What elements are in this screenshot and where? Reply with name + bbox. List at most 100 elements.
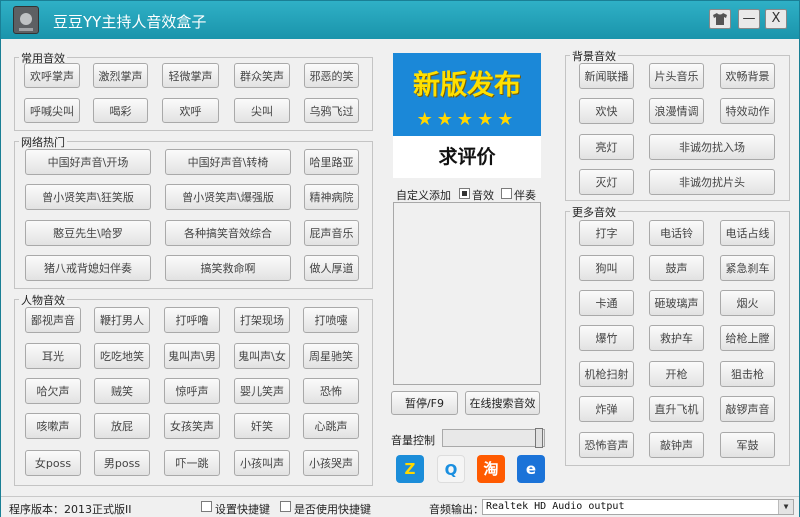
volume-label: 音量控制 <box>391 434 435 447</box>
effect-button[interactable]: 砸玻璃声 <box>649 290 704 316</box>
effect-button[interactable]: 电话铃 <box>649 220 704 246</box>
effect-button[interactable]: 哈欠声 <box>25 378 81 404</box>
effect-button[interactable]: 直升飞机 <box>649 396 704 422</box>
effect-button[interactable]: 欢呼掌声 <box>24 63 80 88</box>
minimize-button[interactable]: — <box>738 9 760 29</box>
qq-icon[interactable]: Q <box>437 455 465 483</box>
effect-button[interactable]: 小孩哭声 <box>303 450 359 476</box>
effect-button[interactable]: 欢快 <box>579 98 634 124</box>
effect-button[interactable]: 非诚勿扰片头 <box>649 169 775 195</box>
custom-sound-list[interactable] <box>393 202 541 385</box>
effect-button[interactable]: 炸弹 <box>579 396 634 422</box>
effect-button[interactable]: 灭灯 <box>579 169 634 195</box>
effect-button[interactable]: 吓一跳 <box>164 450 220 476</box>
ie-browser-icon[interactable]: e <box>517 455 545 483</box>
taobao-icon[interactable]: 淘 <box>477 455 505 483</box>
online-search-button[interactable]: 在线搜索音效 <box>465 391 540 415</box>
volume-slider[interactable] <box>442 429 545 447</box>
effect-button[interactable]: 欢畅背景 <box>720 63 775 89</box>
effect-button[interactable]: 敲钟声 <box>649 432 704 458</box>
title-bar[interactable]: 豆豆YY主持人音效盒子 — X <box>1 1 799 39</box>
effect-button[interactable]: 鼓声 <box>649 255 704 281</box>
effect-button[interactable]: 敲锣声音 <box>720 396 775 422</box>
effect-button[interactable]: 喝彩 <box>93 98 148 123</box>
use-hotkey-checkbox[interactable] <box>280 501 291 512</box>
effect-button[interactable]: 中国好声音\开场 <box>25 149 151 175</box>
effect-button[interactable]: 搞笑救命啊 <box>165 255 291 281</box>
effect-button[interactable]: 女poss <box>25 450 81 476</box>
effect-button[interactable]: 狙击枪 <box>720 361 775 387</box>
effect-button[interactable]: 吃吃地笑 <box>94 343 150 369</box>
effect-button[interactable]: 非诚勿扰入场 <box>649 134 775 160</box>
effect-button[interactable]: 打架现场 <box>234 307 290 333</box>
effect-button[interactable]: 恐怖 <box>303 378 359 404</box>
effect-button[interactable]: 男poss <box>94 450 150 476</box>
effect-button[interactable]: 曾小贤笑声\爆强版 <box>165 184 291 210</box>
accompaniment-radio[interactable] <box>501 188 512 199</box>
effect-button[interactable]: 尖叫 <box>234 98 290 123</box>
effect-button[interactable]: 贼笑 <box>94 378 150 404</box>
effect-button[interactable]: 轻微掌声 <box>162 63 219 88</box>
effect-button[interactable]: 鄙视声音 <box>25 307 81 333</box>
effect-button[interactable]: 狗叫 <box>579 255 634 281</box>
effect-button[interactable]: 群众笑声 <box>234 63 290 88</box>
effect-button[interactable]: 激烈掌声 <box>93 63 148 88</box>
effect-button[interactable]: 卡通 <box>579 290 634 316</box>
effect-button[interactable]: 奸笑 <box>234 413 290 439</box>
effect-button[interactable]: 女孩笑声 <box>164 413 220 439</box>
effect-button[interactable]: 新闻联播 <box>579 63 634 89</box>
pause-button[interactable]: 暂停/F9 <box>391 391 458 415</box>
effect-button[interactable]: 爆竹 <box>579 325 634 351</box>
effect-button[interactable]: 浪漫情调 <box>649 98 704 124</box>
effect-button[interactable]: 憨豆先生\哈罗 <box>25 220 151 246</box>
effect-button[interactable]: 精神病院 <box>304 184 359 210</box>
effect-button[interactable]: 开枪 <box>649 361 704 387</box>
effect-button[interactable]: 惊呼声 <box>164 378 220 404</box>
effect-button[interactable]: 屁声音乐 <box>304 220 359 246</box>
effect-button[interactable]: 婴儿笑声 <box>234 378 290 404</box>
effect-button[interactable]: 打字 <box>579 220 634 246</box>
effect-button[interactable]: 做人厚道 <box>304 255 359 281</box>
effect-button[interactable]: 特效动作 <box>720 98 775 124</box>
effect-button[interactable]: 打喷嚏 <box>303 307 359 333</box>
effect-button[interactable]: 欢呼 <box>162 98 219 123</box>
effect-button[interactable]: 鬼叫声\女 <box>234 343 290 369</box>
effect-button[interactable]: 呼喊尖叫 <box>24 98 80 123</box>
effect-button[interactable]: 邪恶的笑 <box>304 63 359 88</box>
effect-button[interactable]: 中国好声音\转椅 <box>165 149 291 175</box>
effect-button[interactable]: 曾小贤笑声\狂笑版 <box>25 184 151 210</box>
effect-button[interactable]: 亮灯 <box>579 134 634 160</box>
effect-button[interactable]: 各种搞笑音效综合 <box>165 220 291 246</box>
set-hotkey-label: 设置快捷键 <box>215 503 270 516</box>
effect-button[interactable]: 哈里路亚 <box>304 149 359 175</box>
effect-button[interactable]: 小孩叫声 <box>234 450 290 476</box>
promo-banner[interactable]: 新版发布 ★★★★★ 求评价 <box>393 53 541 178</box>
effect-button[interactable]: 咳嗽声 <box>25 413 81 439</box>
close-button[interactable]: X <box>765 9 787 29</box>
effect-button[interactable]: 打呼噜 <box>164 307 220 333</box>
effect-button[interactable]: 心跳声 <box>303 413 359 439</box>
effect-button[interactable]: 给枪上膛 <box>720 325 775 351</box>
set-hotkey-checkbox[interactable] <box>201 501 212 512</box>
effect-button[interactable]: 片头音乐 <box>649 63 704 89</box>
effect-button[interactable]: 鞭打男人 <box>94 307 150 333</box>
effect-button[interactable]: 紧急刹车 <box>720 255 775 281</box>
chevron-down-icon[interactable]: ▼ <box>778 500 793 514</box>
zhidao-icon[interactable]: Z <box>396 455 424 483</box>
effect-button[interactable]: 机枪扫射 <box>579 361 634 387</box>
effect-button[interactable]: 周星驰笑 <box>303 343 359 369</box>
effect-button[interactable]: 烟火 <box>720 290 775 316</box>
sound-effect-radio[interactable] <box>459 188 470 199</box>
effect-button[interactable]: 电话占线 <box>720 220 775 246</box>
effect-button[interactable]: 鬼叫声\男 <box>164 343 220 369</box>
volume-slider-thumb[interactable] <box>535 428 543 448</box>
effect-button[interactable]: 耳光 <box>25 343 81 369</box>
effect-button[interactable]: 乌鸦飞过 <box>304 98 359 123</box>
effect-button[interactable]: 放屁 <box>94 413 150 439</box>
audio-output-select[interactable]: Realtek HD Audio output ▼ <box>482 499 794 515</box>
effect-button[interactable]: 救护车 <box>649 325 704 351</box>
effect-button[interactable]: 猪八戒背媳妇伴奏 <box>25 255 151 281</box>
effect-button[interactable]: 恐怖音声 <box>579 432 634 458</box>
skin-shirt-icon[interactable] <box>709 9 731 29</box>
effect-button[interactable]: 军鼓 <box>720 432 775 458</box>
